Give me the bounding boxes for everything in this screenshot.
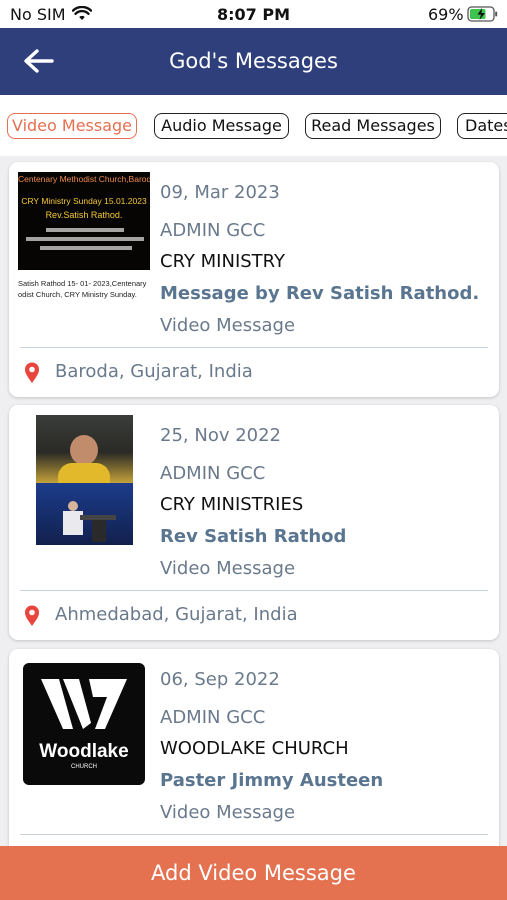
tab-audio-message[interactable]: Audio Message [154, 113, 289, 139]
message-date: 25, Nov 2022 [160, 425, 282, 446]
message-location: Baroda, Gujarat, India [55, 361, 253, 382]
battery-charging-icon [467, 6, 498, 22]
tab-video-message[interactable]: Video Message [7, 113, 137, 139]
message-speaker: Message by Rev Satish Rathod. [160, 283, 480, 304]
thumbnail-caption-1: Satish Rathod 15- 01- 2023,Centenary [18, 279, 147, 288]
speaker-photo-top [36, 415, 133, 483]
message-speaker: Rev Satish Rathod [160, 526, 347, 547]
speaker-photo-bottom [36, 483, 133, 545]
message-type: Video Message [160, 315, 296, 336]
message-author: ADMIN GCC [160, 707, 266, 728]
message-card[interactable]: Centenary Methodist Church,Baroda CRY Mi… [9, 162, 499, 397]
message-type: Video Message [160, 802, 296, 823]
message-location: Ahmedabad, Gujarat, India [55, 604, 298, 625]
woodlake-logo-subtext: CHURCH [71, 764, 97, 770]
message-church: CRY MINISTRY [160, 251, 286, 272]
battery-percent: 69% [428, 5, 464, 24]
location-pin-icon [25, 605, 39, 626]
tab-read-messages[interactable]: Read Messages [305, 113, 441, 139]
message-church: WOODLAKE CHURCH [160, 738, 349, 759]
thumbnail-title: Centenary Methodist Church,Baroda [18, 174, 150, 184]
add-video-message-button[interactable]: Add Video Message [0, 846, 507, 900]
message-author: ADMIN GCC [160, 220, 266, 241]
message-speaker: Paster Jimmy Austeen [160, 770, 384, 791]
card-divider [20, 834, 488, 835]
message-type-tabs: Video Message Audio Message Read Message… [0, 95, 507, 156]
page-title: God's Messages [169, 49, 338, 73]
tab-dates[interactable]: Dates [457, 113, 507, 139]
thumbnail-speaker: Rev.Satish Rathod. [45, 210, 123, 220]
card-divider [20, 590, 488, 591]
woodlake-logo-text: Woodlake [39, 741, 129, 762]
message-type: Video Message [160, 558, 296, 579]
message-card[interactable]: Woodlake CHURCH 06, Sep 2022 ADMIN GCC W… [9, 649, 499, 846]
message-list: Centenary Methodist Church,Baroda CRY Mi… [0, 156, 507, 846]
message-date: 09, Mar 2023 [160, 182, 280, 203]
thumbnail-subtitle: CRY Ministry Sunday 15.01.2023 [21, 196, 147, 206]
card-divider [20, 347, 488, 348]
video-thumbnail[interactable] [36, 415, 133, 545]
message-church: CRY MINISTRIES [160, 494, 304, 515]
woodlake-logo-thumbnail[interactable]: Woodlake CHURCH [23, 663, 145, 785]
app-header: God's Messages [0, 28, 507, 95]
video-thumbnail[interactable]: Centenary Methodist Church,Baroda CRY Mi… [18, 172, 150, 302]
message-card[interactable]: 25, Nov 2022 ADMIN GCC CRY MINISTRIES Re… [9, 405, 499, 640]
location-pin-icon [25, 362, 39, 383]
message-date: 06, Sep 2022 [160, 669, 280, 690]
status-bar: No SIM 8:07 PM 69% [0, 0, 507, 28]
message-author: ADMIN GCC [160, 463, 266, 484]
thumbnail-caption-2: odist Church, CRY Ministry Sunday. [18, 290, 137, 299]
woodlake-w-logo-icon [41, 679, 127, 729]
